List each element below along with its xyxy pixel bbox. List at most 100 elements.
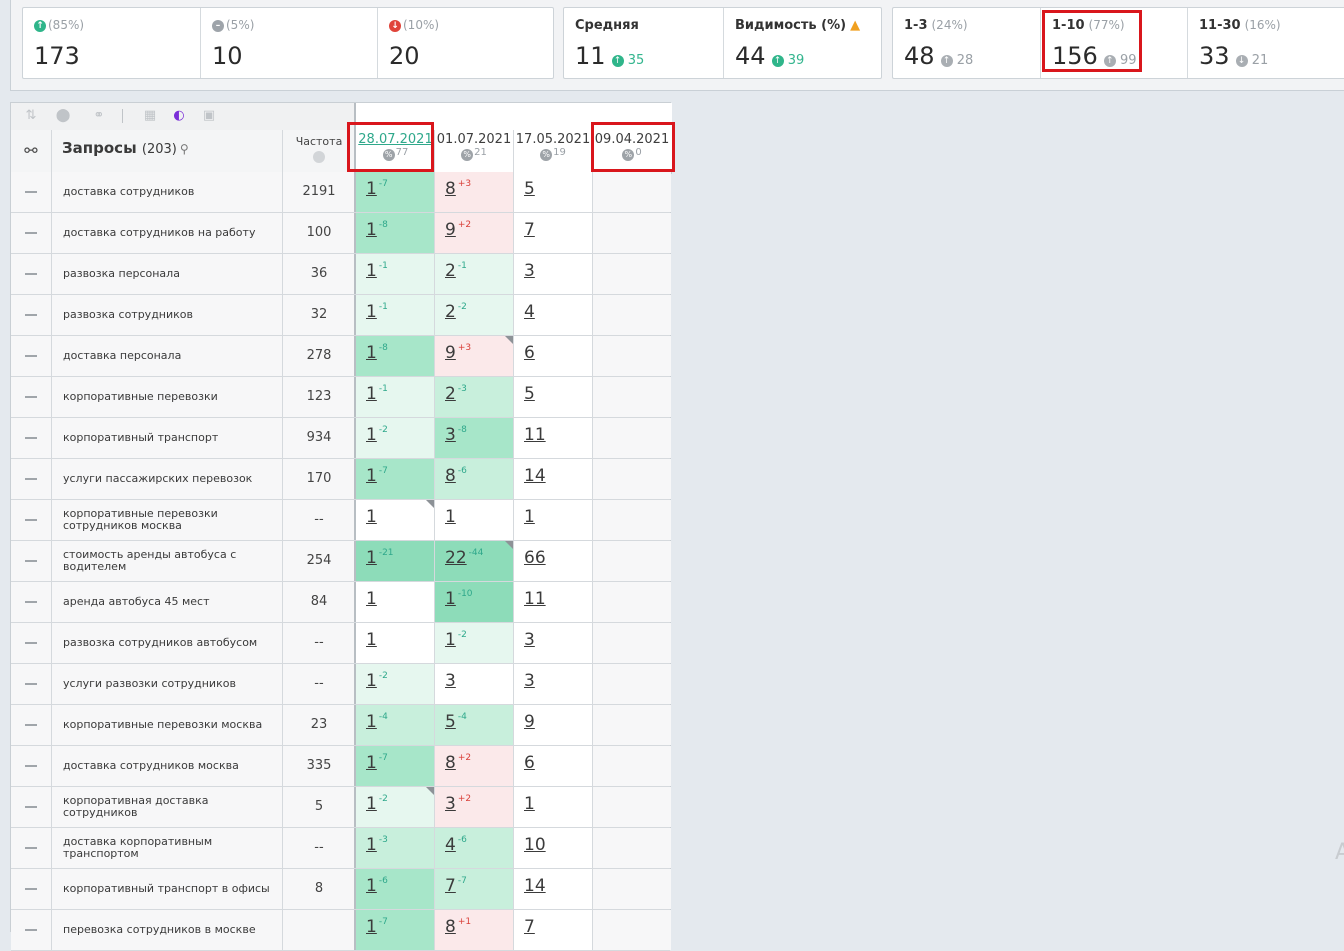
position-cell[interactable]: 5 [513,172,592,212]
position-value[interactable]: 1 -4 [366,712,388,732]
position-value[interactable]: 3 [524,630,535,650]
position-value[interactable]: 9 +3 [445,343,471,363]
image-icon[interactable]: ▣ [201,108,217,124]
position-value[interactable]: 1 [524,794,535,814]
position-cell[interactable]: 66 [513,541,592,581]
row-toggle[interactable] [11,746,52,786]
row-toggle[interactable] [11,869,52,909]
position-value[interactable]: 22 -44 [445,548,483,568]
position-cell[interactable]: 1 -2 [354,664,434,704]
position-value[interactable]: 1 -1 [366,302,388,322]
table-row[interactable]: аренда автобуса 45 мест 84 1 1 -10 11 [11,582,671,623]
position-cell[interactable]: 8 +3 [434,172,513,212]
position-cell[interactable]: 14 [513,869,592,909]
row-toggle[interactable] [11,172,52,212]
position-cell[interactable]: 8 -6 [434,459,513,499]
position-value[interactable]: 1 [366,589,377,609]
position-value[interactable]: 3 -8 [445,425,467,445]
position-cell[interactable]: 8 +2 [434,746,513,786]
table-row[interactable]: стоимость аренды автобуса с водителем 254… [11,541,671,582]
row-toggle[interactable] [11,910,52,950]
position-value[interactable]: 1 [445,507,456,527]
position-cell[interactable]: 1 -3 [354,828,434,868]
position-value[interactable]: 1 -2 [366,425,388,445]
position-value[interactable]: 11 [524,425,546,445]
table-row[interactable]: доставка персонала 278 1 -8 9 +3 6 [11,336,671,377]
position-value[interactable]: 6 [524,343,535,363]
contrast-icon[interactable]: ◐ [171,108,187,124]
position-cell[interactable]: 1 [434,500,513,540]
table-row[interactable]: услуги пассажирских перевозок 170 1 -7 8 -6 14 [11,459,671,500]
position-value[interactable]: 1 -7 [366,753,388,773]
position-cell[interactable]: 1 -8 [354,336,434,376]
row-toggle[interactable] [11,787,52,827]
position-cell[interactable]: 1 -7 [354,459,434,499]
position-value[interactable]: 3 [524,261,535,281]
date-column-header[interactable]: 09.04.2021 % 0 [592,130,671,172]
position-value[interactable]: 9 +2 [445,220,471,240]
table-row[interactable]: корпоративная доставка сотрудников 5 1 -2 3 +… [11,787,671,828]
table-row[interactable]: корпоративные перевозки сотрудников моск… [11,500,671,541]
row-toggle[interactable] [11,664,52,704]
position-cell[interactable]: 9 +3 [434,336,513,376]
position-cell[interactable]: 1 [513,787,592,827]
position-cell[interactable]: 1 [354,500,434,540]
position-cell[interactable]: 2 -2 [434,295,513,335]
position-value[interactable]: 11 [524,589,546,609]
table-row[interactable]: доставка сотрудников на работу 100 1 -8 9 +2 7 [11,213,671,254]
table-row[interactable]: перевозка сотрудников в москве 1 -7 8 +1 7 [11,910,671,951]
position-value[interactable]: 1 -7 [366,917,388,937]
position-cell[interactable]: 1 -2 [434,623,513,663]
position-value[interactable]: 3 [445,671,456,691]
row-toggle[interactable] [11,828,52,868]
row-toggle[interactable] [11,582,52,622]
date-column-header[interactable]: 17.05.2021 % 19 [513,130,592,172]
frequency-header[interactable]: Частота [282,130,355,172]
position-value[interactable]: 7 [524,220,535,240]
table-row[interactable]: доставка сотрудников москва 335 1 -7 8 +2 6 [11,746,671,787]
position-cell[interactable]: 1 [354,582,434,622]
position-cell[interactable]: 3 +2 [434,787,513,827]
position-value[interactable]: 1 [366,507,377,527]
position-value[interactable]: 2 -3 [445,384,467,404]
row-toggle[interactable] [11,213,52,253]
row-toggle[interactable] [11,418,52,458]
position-cell[interactable]: 3 -8 [434,418,513,458]
position-cell[interactable]: 1 -10 [434,582,513,622]
position-cell[interactable]: 1 -7 [354,172,434,212]
stat-top-3[interactable]: 1-3 (24%) 48 ↑ 28 [893,8,1040,78]
position-cell[interactable]: 14 [513,459,592,499]
position-value[interactable]: 1 -1 [366,384,388,404]
position-cell[interactable]: 3 [434,664,513,704]
position-cell[interactable]: 7 [513,910,592,950]
position-value[interactable]: 3 +2 [445,794,471,814]
position-value[interactable]: 8 -6 [445,466,467,486]
position-value[interactable]: 7 [524,917,535,937]
row-toggle[interactable] [11,377,52,417]
position-value[interactable]: 1 -21 [366,548,394,568]
position-cell[interactable]: 9 [513,705,592,745]
position-cell[interactable]: 5 [513,377,592,417]
stat-unchanged[interactable]: – (5%) 10 [200,8,377,78]
position-value[interactable]: 2 -1 [445,261,467,281]
row-toggle[interactable] [11,705,52,745]
stat-top-11-30[interactable]: 11-30 (16%) 33 ↓ 21 [1187,8,1344,78]
position-cell[interactable]: 11 [513,582,592,622]
table-row[interactable]: развозка сотрудников 32 1 -1 2 -2 4 [11,295,671,336]
position-cell[interactable]: 6 [513,746,592,786]
position-cell[interactable]: 1 -7 [354,910,434,950]
table-row[interactable]: доставка сотрудников 2191 1 -7 8 +3 5 [11,172,671,213]
toggle-icon[interactable]: ⬤ [55,108,71,124]
position-cell[interactable]: 6 [513,336,592,376]
position-value[interactable]: 1 -3 [366,835,388,855]
calendar-icon[interactable]: ▦ [142,108,158,124]
stat-worsened[interactable]: ↓ (10%) 20 [377,8,554,78]
position-value[interactable]: 5 [524,384,535,404]
position-cell[interactable]: 1 -2 [354,418,434,458]
position-value[interactable]: 9 [524,712,535,732]
date-column-header[interactable]: 01.07.2021 % 21 [434,130,513,172]
position-value[interactable]: 8 +2 [445,753,471,773]
position-cell[interactable]: 4 [513,295,592,335]
position-value[interactable]: 14 [524,876,546,896]
link-icon[interactable]: ⚭ [91,108,107,124]
